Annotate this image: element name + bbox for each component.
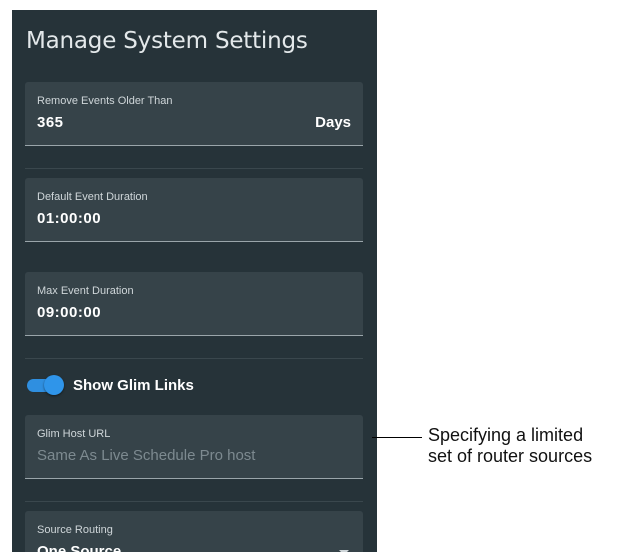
divider	[25, 358, 363, 359]
default-duration-value[interactable]: 01:00:00	[37, 210, 101, 227]
remove-events-label: Remove Events Older Than	[37, 95, 173, 107]
callout-line-1: Specifying a limited	[428, 425, 584, 445]
settings-panel: Manage System Settings Remove Events Old…	[12, 10, 377, 552]
page-title: Manage System Settings	[26, 28, 308, 54]
remove-events-field[interactable]: Remove Events Older Than 365 Days	[25, 82, 363, 146]
glim-host-label: Glim Host URL	[37, 428, 111, 440]
show-glim-links-label: Show Glim Links	[73, 377, 194, 394]
default-duration-label: Default Event Duration	[37, 191, 148, 203]
source-routing-label: Source Routing	[37, 524, 113, 536]
glim-host-placeholder[interactable]: Same As Live Schedule Pro host	[37, 447, 255, 464]
divider	[25, 168, 363, 169]
source-routing-value[interactable]: One Source	[37, 543, 121, 552]
default-event-duration-field[interactable]: Default Event Duration 01:00:00	[25, 178, 363, 242]
max-duration-value[interactable]: 09:00:00	[37, 304, 101, 321]
max-duration-label: Max Event Duration	[37, 285, 134, 297]
max-event-duration-field[interactable]: Max Event Duration 09:00:00	[25, 272, 363, 336]
glim-host-url-field[interactable]: Glim Host URL Same As Live Schedule Pro …	[25, 415, 363, 479]
callout-line	[372, 437, 422, 438]
days-suffix: Days	[315, 114, 351, 131]
source-routing-dropdown[interactable]: Source Routing One Source	[25, 511, 363, 552]
remove-events-value[interactable]: 365	[37, 114, 64, 131]
callout-text: Specifying a limited set of router sourc…	[428, 425, 628, 467]
show-glim-links-toggle[interactable]	[27, 375, 64, 395]
divider	[25, 501, 363, 502]
callout-line-2: set of router sources	[428, 446, 593, 466]
toggle-knob	[44, 375, 64, 395]
